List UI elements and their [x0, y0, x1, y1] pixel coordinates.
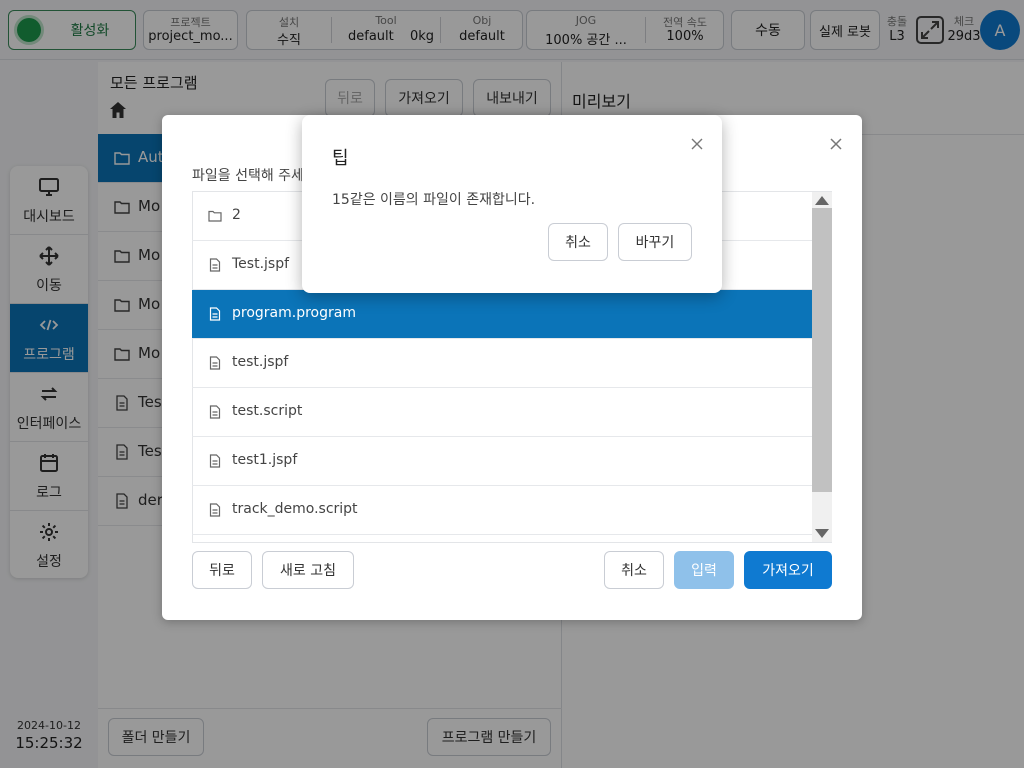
scroll-up-arrow-icon[interactable] [815, 196, 829, 205]
file-icon [209, 356, 221, 370]
dialog-back-button[interactable]: 뒤로 [192, 551, 252, 589]
list-item[interactable]: program.program [192, 290, 812, 339]
scrollbar-thumb[interactable] [812, 208, 832, 492]
tip-message: 15같은 이름의 파일이 존재합니다. [332, 192, 536, 208]
refresh-button[interactable]: 새로 고침 [262, 551, 354, 589]
tip-cancel-button[interactable]: 취소 [548, 223, 608, 261]
file-icon [209, 307, 221, 321]
dialog-cancel-button[interactable]: 취소 [604, 551, 664, 589]
close-icon[interactable] [828, 136, 844, 152]
list-item-name: test.jspf [232, 354, 289, 370]
list-item-name: Test.jspf [232, 256, 290, 272]
list-item-name: test.script [232, 403, 303, 419]
list-item-name: program.program [232, 305, 356, 321]
list-item[interactable]: test.script [192, 388, 812, 437]
file-icon [209, 258, 221, 272]
list-item[interactable]: test1.jspf [192, 437, 812, 486]
list-item-name: test1.jspf [232, 452, 298, 468]
list-item[interactable]: track_demo.script [192, 486, 812, 535]
close-icon[interactable] [690, 137, 704, 151]
tip-title: 팁 [332, 148, 349, 169]
file-icon [209, 405, 221, 419]
file-icon [209, 454, 221, 468]
list-item-name: track_demo.script [232, 501, 358, 517]
list-item-name: 2 [232, 207, 241, 223]
file-icon [209, 503, 221, 517]
import-dialog-title: 파일을 선택해 주세 [192, 168, 304, 184]
replace-button[interactable]: 바꾸기 [618, 223, 692, 261]
folder-icon [208, 210, 222, 222]
scroll-down-arrow-icon[interactable] [815, 529, 829, 538]
list-item[interactable]: test.jspf [192, 339, 812, 388]
dialog-import-button[interactable]: 가져오기 [744, 551, 832, 589]
enter-button[interactable]: 입력 [674, 551, 734, 589]
